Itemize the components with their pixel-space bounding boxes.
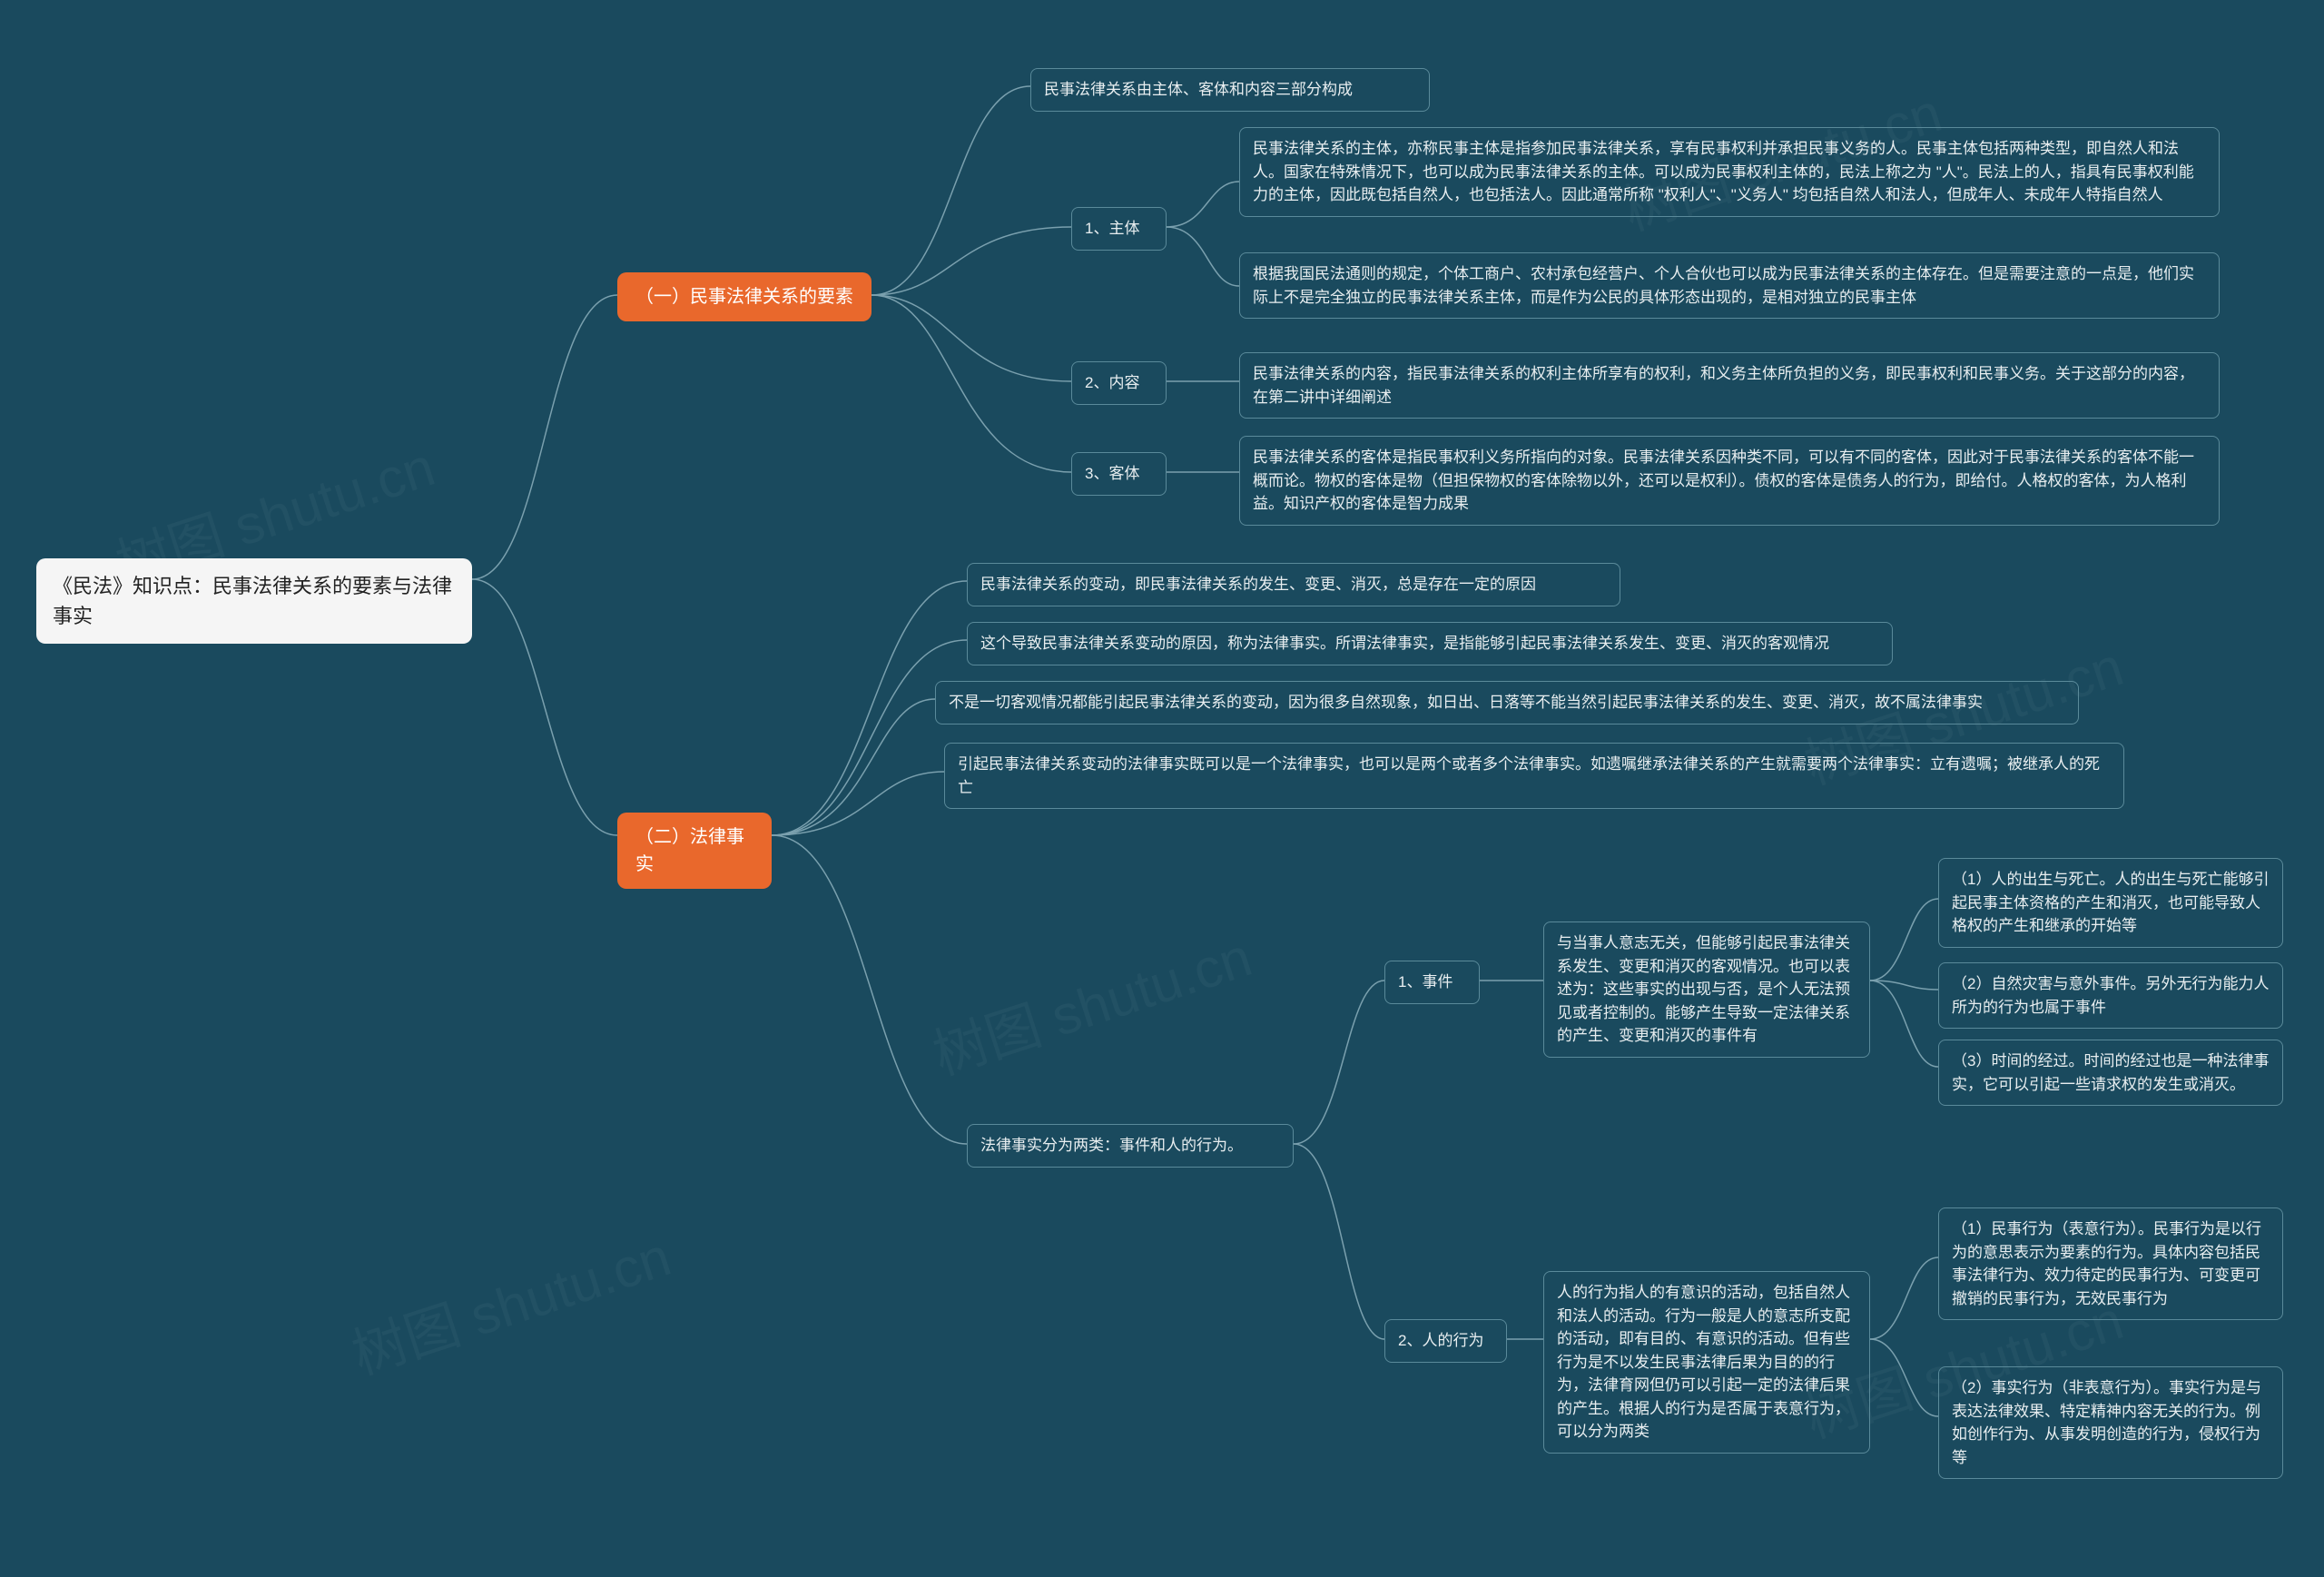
node-action[interactable]: 2、人的行为 <box>1384 1319 1507 1363</box>
leaf-event-3: （3）时间的经过。时间的经过也是一种法律事实，它可以引起一些请求权的发生或消灭。 <box>1938 1040 2283 1106</box>
leaf-object-1: 民事法律关系的客体是指民事权利义务所指向的对象。民事法律关系因种类不同，可以有不… <box>1239 436 2220 526</box>
leaf-composition: 民事法律关系由主体、客体和内容三部分构成 <box>1030 68 1430 112</box>
watermark: 树图 shutu.cn <box>340 1213 679 1390</box>
branch-elements[interactable]: （一）民事法律关系的要素 <box>617 272 872 321</box>
leaf-content-1: 民事法律关系的内容，指民事法律关系的权利主体所享有的权利，和义务主体所负担的义务… <box>1239 352 2220 419</box>
leaf-action-2: （2）事实行为（非表意行为）。事实行为是与表达法律效果、特定精神内容无关的行为。… <box>1938 1366 2283 1479</box>
leaf-action-1: （1）民事行为（表意行为）。民事行为是以行为的意思表示为要素的行为。具体内容包括… <box>1938 1207 2283 1320</box>
node-event[interactable]: 1、事件 <box>1384 961 1480 1004</box>
node-two-types[interactable]: 法律事实分为两类：事件和人的行为。 <box>967 1124 1294 1168</box>
root-node[interactable]: 《民法》知识点：民事法律关系的要素与法律事实 <box>36 558 472 644</box>
branch-legal-facts[interactable]: （二）法律事实 <box>617 813 772 889</box>
leaf-subject-1: 民事法律关系的主体，亦称民事主体是指参加民事法律关系，享有民事权利并承担民事义务… <box>1239 127 2220 217</box>
leaf-subject-2: 根据我国民法通则的规定，个体工商户、农村承包经营户、个人合伙也可以成为民事法律关… <box>1239 252 2220 319</box>
leaf-event-desc: 与当事人意志无关，但能够引起民事法律关系发生、变更和消灭的客观情况。也可以表述为… <box>1543 922 1870 1058</box>
leaf-fact-3: 不是一切客观情况都能引起民事法律关系的变动，因为很多自然现象，如日出、日落等不能… <box>935 681 2079 724</box>
leaf-action-desc: 人的行为指人的有意识的活动，包括自然人和法人的活动。行为一般是人的意志所支配的活… <box>1543 1271 1870 1454</box>
watermark: 树图 shutu.cn <box>921 913 1260 1090</box>
leaf-event-2: （2）自然灾害与意外事件。另外无行为能力人所为的行为也属于事件 <box>1938 962 2283 1029</box>
leaf-fact-4: 引起民事法律关系变动的法律事实既可以是一个法律事实，也可以是两个或者多个法律事实… <box>944 743 2124 809</box>
leaf-fact-2: 这个导致民事法律关系变动的原因，称为法律事实。所谓法律事实，是指能够引起民事法律… <box>967 622 1893 665</box>
leaf-fact-1: 民事法律关系的变动，即民事法律关系的发生、变更、消灭，总是存在一定的原因 <box>967 563 1620 606</box>
node-subject[interactable]: 1、主体 <box>1071 207 1167 251</box>
node-object[interactable]: 3、客体 <box>1071 452 1167 496</box>
node-content[interactable]: 2、内容 <box>1071 361 1167 405</box>
leaf-event-1: （1）人的出生与死亡。人的出生与死亡能够引起民事主体资格的产生和消灭，也可能导致… <box>1938 858 2283 948</box>
